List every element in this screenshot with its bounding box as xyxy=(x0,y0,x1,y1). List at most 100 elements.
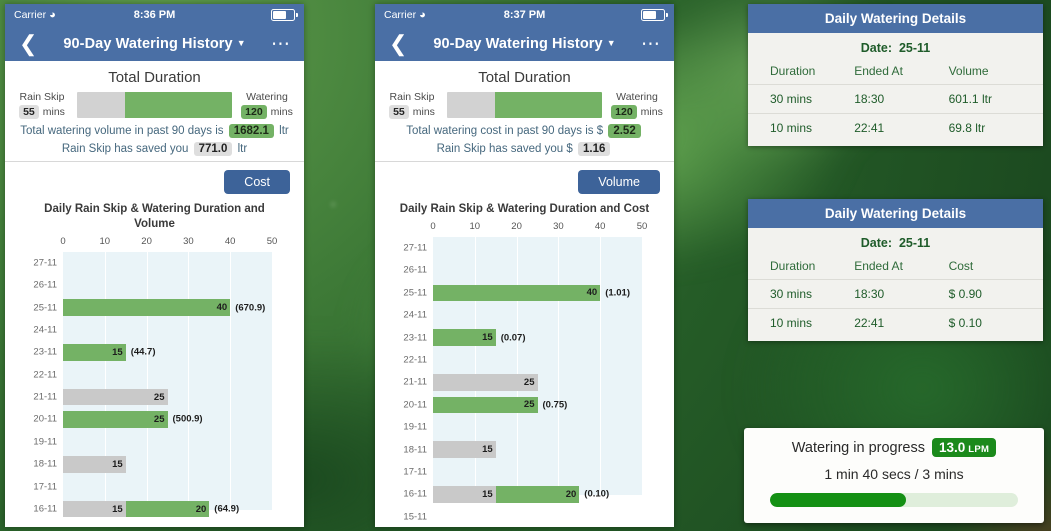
rain-skip-bar[interactable]: 15 xyxy=(63,456,126,473)
y-tick-label: 17-11 xyxy=(33,481,57,493)
summary-section: Total Duration Rain Skip 55 mins Waterin… xyxy=(375,61,674,163)
duration-comparison: Rain Skip 55 mins Watering 120 mins xyxy=(5,91,304,120)
chart-row[interactable]: 26-11 xyxy=(403,259,642,281)
saved-volume-value: 771.0 xyxy=(193,142,233,157)
cell-cost: $ 0.90 xyxy=(948,279,1043,309)
saved-volume-prefix: Rain Skip has saved you xyxy=(61,143,189,156)
chart-plot-area[interactable]: 27-11 26-11 25-11 40 (670.9) 24-11 23-11 15 (44.… xyxy=(33,251,273,527)
watering-bar[interactable]: 20 xyxy=(125,500,210,518)
chart-row[interactable]: 24-11 xyxy=(403,304,642,326)
chart-row[interactable]: 18-11 15 xyxy=(403,438,642,460)
chart-row[interactable]: 15-11 xyxy=(403,506,642,527)
rain-skip-bar[interactable]: 25 xyxy=(63,388,168,406)
watering-bar[interactable]: 40 xyxy=(433,284,601,302)
cell-volume: 601.1 ltr xyxy=(948,84,1043,114)
watering-bar[interactable]: 15 xyxy=(63,344,126,361)
chart-plot-area[interactable]: 27-11 26-11 25-11 40 (1.01) 24-11 23-11 15 (0.07… xyxy=(403,236,643,522)
back-chevron-icon[interactable]: ❮ xyxy=(19,32,37,55)
cell-cost: $ 0.10 xyxy=(948,308,1043,337)
saved-cost-prefix: Rain Skip has saved you $ xyxy=(436,143,573,156)
chart-row[interactable]: 17-11 xyxy=(403,461,642,483)
rain-skip-bar[interactable]: 15 xyxy=(63,500,126,518)
more-options-icon[interactable]: ⋯ xyxy=(641,34,661,52)
chart-row[interactable]: 23-11 15 (0.07) xyxy=(403,326,642,348)
panel-date: Date: 25-11 xyxy=(748,228,1043,256)
rain-skip-bar[interactable]: 15 xyxy=(433,486,496,503)
chart-row[interactable]: 26-11 xyxy=(33,274,272,296)
rain-skip-bar[interactable]: 25 xyxy=(433,374,538,391)
watering-bar[interactable]: 40 xyxy=(63,299,231,316)
chart-row[interactable]: 21-11 25 xyxy=(33,386,272,408)
y-tick-label: 26-11 xyxy=(403,264,427,276)
watering-bar[interactable]: 25 xyxy=(433,396,538,414)
rain-skip-bar[interactable]: 15 xyxy=(433,441,496,458)
duration-bar-watering xyxy=(495,92,602,119)
duration-bar xyxy=(77,92,232,119)
watering-bar[interactable]: 15 xyxy=(433,329,496,346)
chart-row[interactable]: 15-11 xyxy=(33,520,272,527)
chart-row[interactable]: 19-11 xyxy=(403,416,642,438)
duration-volume-chart: 0 10 20 30 40 50 27-11 26-11 25-11 40 (670.9) 24-1… xyxy=(15,236,294,527)
battery-icon xyxy=(271,9,298,21)
chart-row[interactable]: 18-11 15 xyxy=(33,453,272,475)
chevron-down-icon[interactable]: ▼ xyxy=(607,38,616,48)
y-tick-label: 24-11 xyxy=(403,309,427,321)
chart-row[interactable]: 25-11 40 (670.9) xyxy=(33,296,272,318)
back-chevron-icon[interactable]: ❮ xyxy=(389,32,407,55)
bar-annotation: (44.7) xyxy=(130,346,156,358)
phone-screenshot-cost: Carrier ◕ 8:37 PM ❮ 90-Day Watering Hist… xyxy=(375,4,674,527)
chart-row[interactable]: 20-11 25 (0.75) xyxy=(403,394,642,416)
page-title: 90-Day Watering History xyxy=(433,35,603,52)
grid-line xyxy=(272,251,273,510)
chart-row[interactable]: 27-11 xyxy=(403,237,642,259)
rain-skip-side: Rain Skip 55 mins xyxy=(383,91,441,120)
watering-bar[interactable]: 25 xyxy=(63,411,168,428)
x-tick-label: 10 xyxy=(99,235,111,247)
daily-watering-details-cost-panel: Daily Watering Details Date: 25-11 Durat… xyxy=(748,199,1043,341)
chart-row[interactable]: 19-11 xyxy=(33,431,272,453)
watering-value: 120 xyxy=(611,105,637,120)
bar-annotation: (670.9) xyxy=(235,302,266,314)
watering-side: Watering 120 mins xyxy=(238,91,296,120)
volume-toggle-button[interactable]: Volume xyxy=(578,170,660,195)
summary-title: Total Duration xyxy=(478,69,571,86)
total-cost-sentence: Total watering cost in past 90 days is $… xyxy=(375,124,674,139)
chart-row[interactable]: 21-11 25 xyxy=(403,371,642,393)
chart-row[interactable]: 16-11 15 20 (0.10) xyxy=(403,483,642,505)
x-tick-label: 0 xyxy=(60,235,66,247)
x-tick-label: 0 xyxy=(430,220,436,232)
panel-title: Daily Watering Details xyxy=(748,4,1043,33)
bar-annotation: (500.9) xyxy=(172,413,203,425)
status-bar: Carrier ◕ 8:37 PM xyxy=(375,4,674,26)
watering-unit: mins xyxy=(270,106,293,119)
cost-toggle-button[interactable]: Cost xyxy=(224,170,290,195)
bar-annotation: (0.10) xyxy=(584,488,610,500)
chart-row[interactable]: 23-11 15 (44.7) xyxy=(33,341,272,363)
y-tick-label: 22-11 xyxy=(33,369,57,381)
watering-bar[interactable]: 20 xyxy=(495,486,580,503)
chart-row[interactable]: 22-11 xyxy=(33,364,272,386)
elapsed-total-text: 1 min 40 secs / 3 mins xyxy=(824,466,964,482)
chart-row[interactable]: 16-11 15 20 (64.9) xyxy=(33,498,272,520)
table-row: 10 mins 22:41 69.8 ltr xyxy=(748,113,1043,142)
y-tick-label: 15-11 xyxy=(15,526,57,527)
more-options-icon[interactable]: ⋯ xyxy=(271,34,291,52)
cell-volume: 69.8 ltr xyxy=(948,113,1043,142)
cell-ended-at: 18:30 xyxy=(854,279,949,309)
duration-comparison: Rain Skip 55 mins Watering 120 mins xyxy=(375,91,674,120)
chart-row[interactable]: 20-11 25 (500.9) xyxy=(33,408,272,430)
y-tick-label: 27-11 xyxy=(33,257,57,269)
navigation-bar: ❮ 90-Day Watering History ▼ ⋯ xyxy=(375,26,674,61)
chevron-down-icon[interactable]: ▼ xyxy=(237,38,246,48)
chart-row[interactable]: 17-11 xyxy=(33,475,272,497)
chart-row[interactable]: 24-11 xyxy=(33,319,272,341)
watering-label: Watering xyxy=(616,91,658,103)
flow-rate-value: 13.0 xyxy=(939,440,966,455)
status-time: 8:36 PM xyxy=(133,9,176,21)
chart-row[interactable]: 27-11 xyxy=(33,252,272,274)
chart-x-axis: 0 10 20 30 40 50 xyxy=(60,235,277,252)
cell-duration: 30 mins xyxy=(748,279,855,309)
summary-title: Total Duration xyxy=(108,69,201,86)
chart-row[interactable]: 25-11 40 (1.01) xyxy=(403,282,642,304)
chart-row[interactable]: 22-11 xyxy=(403,349,642,371)
